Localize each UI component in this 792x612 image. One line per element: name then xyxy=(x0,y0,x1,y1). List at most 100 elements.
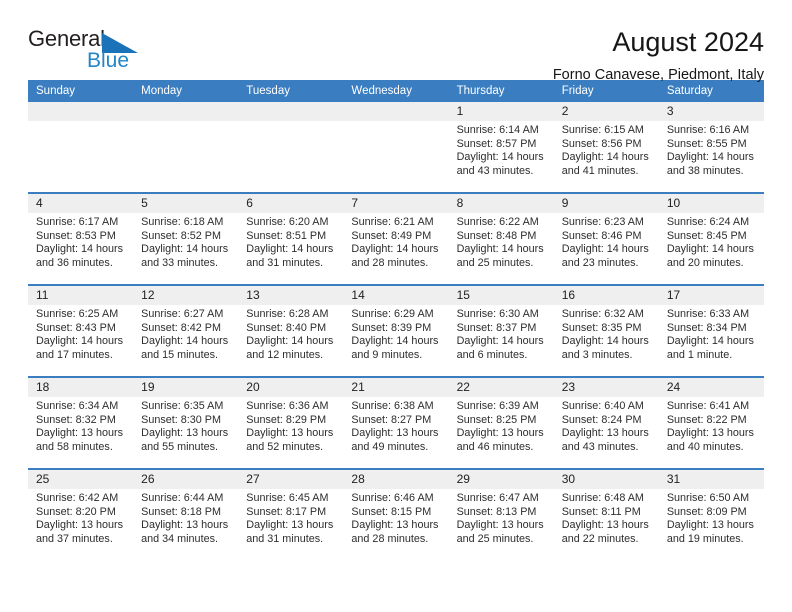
daylight-duration-line2: and 33 minutes. xyxy=(141,256,218,269)
calendar-day-cell[interactable]: 18 Sunrise: 6:34 AM Sunset: 8:32 PM Dayligh… xyxy=(28,376,134,469)
calendar-day-cell[interactable]: 14 Sunrise: 6:29 AM Sunset: 8:39 PM Dayligh… xyxy=(343,284,449,377)
calendar-day-cell[interactable]: 24 Sunrise: 6:41 AM Sunset: 8:22 PM Dayligh… xyxy=(658,376,764,469)
day-details: Sunrise: 6:38 AM Sunset: 8:27 PM Daylight:… xyxy=(343,397,448,454)
day-details: Sunrise: 6:33 AM Sunset: 8:34 PM Daylight:… xyxy=(659,305,764,362)
day-details: Sunrise: 6:35 AM Sunset: 8:30 PM Daylight:… xyxy=(133,397,238,454)
calendar-day-cell[interactable]: 28 Sunrise: 6:46 AM Sunset: 8:15 PM Dayligh… xyxy=(343,468,449,560)
daylight-duration-line1: Daylight: 14 hours xyxy=(351,335,439,348)
daylight-duration-line2: and 52 minutes. xyxy=(246,440,324,453)
sunrise-time: Sunrise: 6:33 AM xyxy=(666,308,750,320)
day-number: 25 xyxy=(28,470,134,489)
calendar-day-cell[interactable]: 27 Sunrise: 6:45 AM Sunset: 8:17 PM Dayligh… xyxy=(238,468,344,560)
calendar-day-cell[interactable]: 17 Sunrise: 6:33 AM Sunset: 8:34 PM Dayligh… xyxy=(658,284,764,377)
calendar-day-cell[interactable]: 29 Sunrise: 6:47 AM Sunset: 8:13 PM Dayligh… xyxy=(448,468,554,560)
day-details: Sunrise: 6:18 AM Sunset: 8:52 PM Daylight:… xyxy=(133,213,238,270)
daylight-duration-line2: and 25 minutes. xyxy=(456,256,534,269)
calendar-day-cell[interactable]: 25 Sunrise: 6:42 AM Sunset: 8:20 PM Dayligh… xyxy=(28,468,134,560)
sunset-time: Sunset: 8:51 PM xyxy=(246,229,327,242)
sunrise-time: Sunrise: 6:34 AM xyxy=(36,400,119,412)
calendar-day-cell[interactable]: 12 Sunrise: 6:27 AM Sunset: 8:42 PM Dayligh… xyxy=(133,284,239,377)
day-number: 16 xyxy=(553,286,659,305)
calendar-day-cell[interactable]: 19 Sunrise: 6:35 AM Sunset: 8:30 PM Dayligh… xyxy=(133,376,239,469)
calendar-day-cell[interactable]: 16 Sunrise: 6:32 AM Sunset: 8:35 PM Dayligh… xyxy=(553,284,659,377)
calendar-day-cell[interactable]: 7 Sunrise: 6:21 AM Sunset: 8:49 PM Daylight… xyxy=(343,192,449,285)
calendar-day-cell[interactable]: 26 Sunrise: 6:44 AM Sunset: 8:18 PM Dayligh… xyxy=(133,468,239,560)
calendar-day-cell[interactable]: 30 Sunrise: 6:48 AM Sunset: 8:11 PM Dayligh… xyxy=(553,468,659,560)
day-details: Sunrise: 6:29 AM Sunset: 8:39 PM Daylight:… xyxy=(343,305,448,362)
page-header: General Blue August 2024 Forno Canavese,… xyxy=(28,0,764,83)
sunset-time: Sunset: 8:11 PM xyxy=(561,505,641,518)
calendar-day-cell[interactable]: 20 Sunrise: 6:36 AM Sunset: 8:29 PM Dayligh… xyxy=(238,376,344,469)
calendar-day-cell[interactable]: 1 Sunrise: 6:14 AM Sunset: 8:57 PM Daylight… xyxy=(448,102,554,193)
sunrise-time: Sunrise: 6:16 AM xyxy=(666,124,750,136)
calendar-day-cell[interactable]: 13 Sunrise: 6:28 AM Sunset: 8:40 PM Dayligh… xyxy=(238,284,344,377)
daylight-duration-line2: and 31 minutes. xyxy=(246,256,324,269)
day-number: 24 xyxy=(658,378,764,397)
sunrise-time: Sunrise: 6:47 AM xyxy=(456,492,539,504)
daylight-duration-line2: and 9 minutes. xyxy=(351,348,423,361)
daylight-duration-line1: Daylight: 13 hours xyxy=(456,519,544,532)
day-details: Sunrise: 6:20 AM Sunset: 8:51 PM Daylight:… xyxy=(238,213,343,270)
daylight-duration-line1: Daylight: 13 hours xyxy=(561,427,649,440)
sunset-time: Sunset: 8:53 PM xyxy=(36,229,116,242)
daylight-duration-line2: and 55 minutes. xyxy=(141,440,218,453)
daylight-duration-line1: Daylight: 13 hours xyxy=(141,427,229,440)
day-details: Sunrise: 6:40 AM Sunset: 8:24 PM Daylight:… xyxy=(554,397,659,454)
daylight-duration-line2: and 31 minutes. xyxy=(246,532,324,545)
sunset-time: Sunset: 8:57 PM xyxy=(456,137,537,150)
daylight-duration-line2: and 40 minutes. xyxy=(666,440,744,453)
calendar-day-cell[interactable]: 22 Sunrise: 6:39 AM Sunset: 8:25 PM Dayligh… xyxy=(448,376,554,469)
calendar-day-cell[interactable]: 3 Sunrise: 6:16 AM Sunset: 8:55 PM Daylight… xyxy=(658,102,764,193)
calendar-day-cell[interactable]: 2 Sunrise: 6:15 AM Sunset: 8:56 PM Daylight… xyxy=(553,102,659,193)
logo-text-blue: Blue xyxy=(87,49,130,72)
title-block: August 2024 Forno Canavese, Piedmont, It… xyxy=(553,26,764,85)
calendar-day-cell[interactable]: 11 Sunrise: 6:25 AM Sunset: 8:43 PM Dayligh… xyxy=(28,284,134,377)
day-number: 17 xyxy=(658,286,764,305)
sunset-time: Sunset: 8:25 PM xyxy=(456,413,537,426)
day-number: 8 xyxy=(448,194,554,213)
day-details: Sunrise: 6:45 AM Sunset: 8:17 PM Daylight:… xyxy=(238,489,343,546)
day-details: Sunrise: 6:41 AM Sunset: 8:22 PM Daylight:… xyxy=(659,397,764,454)
day-number: 21 xyxy=(343,378,449,397)
day-number xyxy=(133,102,239,121)
page-subtitle: Forno Canavese, Piedmont, Italy xyxy=(552,67,764,83)
day-number: 14 xyxy=(343,286,449,305)
sunrise-time: Sunrise: 6:40 AM xyxy=(561,400,644,412)
daylight-duration-line2: and 41 minutes. xyxy=(561,164,639,177)
day-details: Sunrise: 6:36 AM Sunset: 8:29 PM Daylight:… xyxy=(238,397,343,454)
daylight-duration-line1: Daylight: 14 hours xyxy=(561,243,649,256)
calendar-day-cell[interactable]: 6 Sunrise: 6:20 AM Sunset: 8:51 PM Daylight… xyxy=(238,192,344,285)
daylight-duration-line2: and 46 minutes. xyxy=(456,440,534,453)
calendar-day-cell[interactable]: 21 Sunrise: 6:38 AM Sunset: 8:27 PM Dayligh… xyxy=(343,376,449,469)
calendar-day-cell[interactable]: 15 Sunrise: 6:30 AM Sunset: 8:37 PM Dayligh… xyxy=(448,284,554,377)
daylight-duration-line1: Daylight: 14 hours xyxy=(561,151,649,164)
day-number xyxy=(28,102,134,121)
day-details: Sunrise: 6:48 AM Sunset: 8:11 PM Daylight:… xyxy=(554,489,659,546)
day-details: Sunrise: 6:14 AM Sunset: 8:57 PM Daylight:… xyxy=(449,121,554,178)
sunset-time: Sunset: 8:46 PM xyxy=(561,229,642,242)
calendar-cell-empty xyxy=(343,102,449,193)
day-details: Sunrise: 6:17 AM Sunset: 8:53 PM Daylight:… xyxy=(28,213,133,270)
day-details: Sunrise: 6:50 AM Sunset: 8:09 PM Daylight:… xyxy=(659,489,764,546)
calendar-week-row: 18 Sunrise: 6:34 AM Sunset: 8:32 PM Dayligh… xyxy=(28,376,764,469)
sunset-time: Sunset: 8:55 PM xyxy=(666,137,747,150)
day-details: Sunrise: 6:28 AM Sunset: 8:40 PM Daylight:… xyxy=(238,305,343,362)
calendar-day-cell[interactable]: 23 Sunrise: 6:40 AM Sunset: 8:24 PM Dayligh… xyxy=(553,376,659,469)
day-number: 12 xyxy=(133,286,239,305)
sunset-time: Sunset: 8:40 PM xyxy=(246,321,327,334)
calendar-day-cell[interactable]: 4 Sunrise: 6:17 AM Sunset: 8:53 PM Daylight… xyxy=(28,192,134,285)
calendar-day-cell[interactable]: 5 Sunrise: 6:18 AM Sunset: 8:52 PM Daylight… xyxy=(133,192,239,285)
sunset-time: Sunset: 8:22 PM xyxy=(666,413,747,426)
day-number: 23 xyxy=(553,378,659,397)
daylight-duration-line1: Daylight: 14 hours xyxy=(141,335,229,348)
calendar-day-cell[interactable]: 10 Sunrise: 6:24 AM Sunset: 8:45 PM Dayligh… xyxy=(658,192,764,285)
day-details: Sunrise: 6:42 AM Sunset: 8:20 PM Daylight:… xyxy=(28,489,133,546)
sunset-time: Sunset: 8:18 PM xyxy=(141,505,221,518)
calendar-day-cell[interactable]: 31 Sunrise: 6:50 AM Sunset: 8:09 PM Dayligh… xyxy=(658,468,764,560)
sunrise-time: Sunrise: 6:15 AM xyxy=(561,124,644,136)
daylight-duration-line1: Daylight: 14 hours xyxy=(561,335,649,348)
calendar-day-cell[interactable]: 8 Sunrise: 6:22 AM Sunset: 8:48 PM Daylight… xyxy=(448,192,554,285)
daylight-duration-line2: and 23 minutes. xyxy=(561,256,639,269)
calendar-day-cell[interactable]: 9 Sunrise: 6:23 AM Sunset: 8:46 PM Daylight… xyxy=(553,192,659,285)
general-blue-logo[interactable]: General Blue xyxy=(28,26,146,76)
